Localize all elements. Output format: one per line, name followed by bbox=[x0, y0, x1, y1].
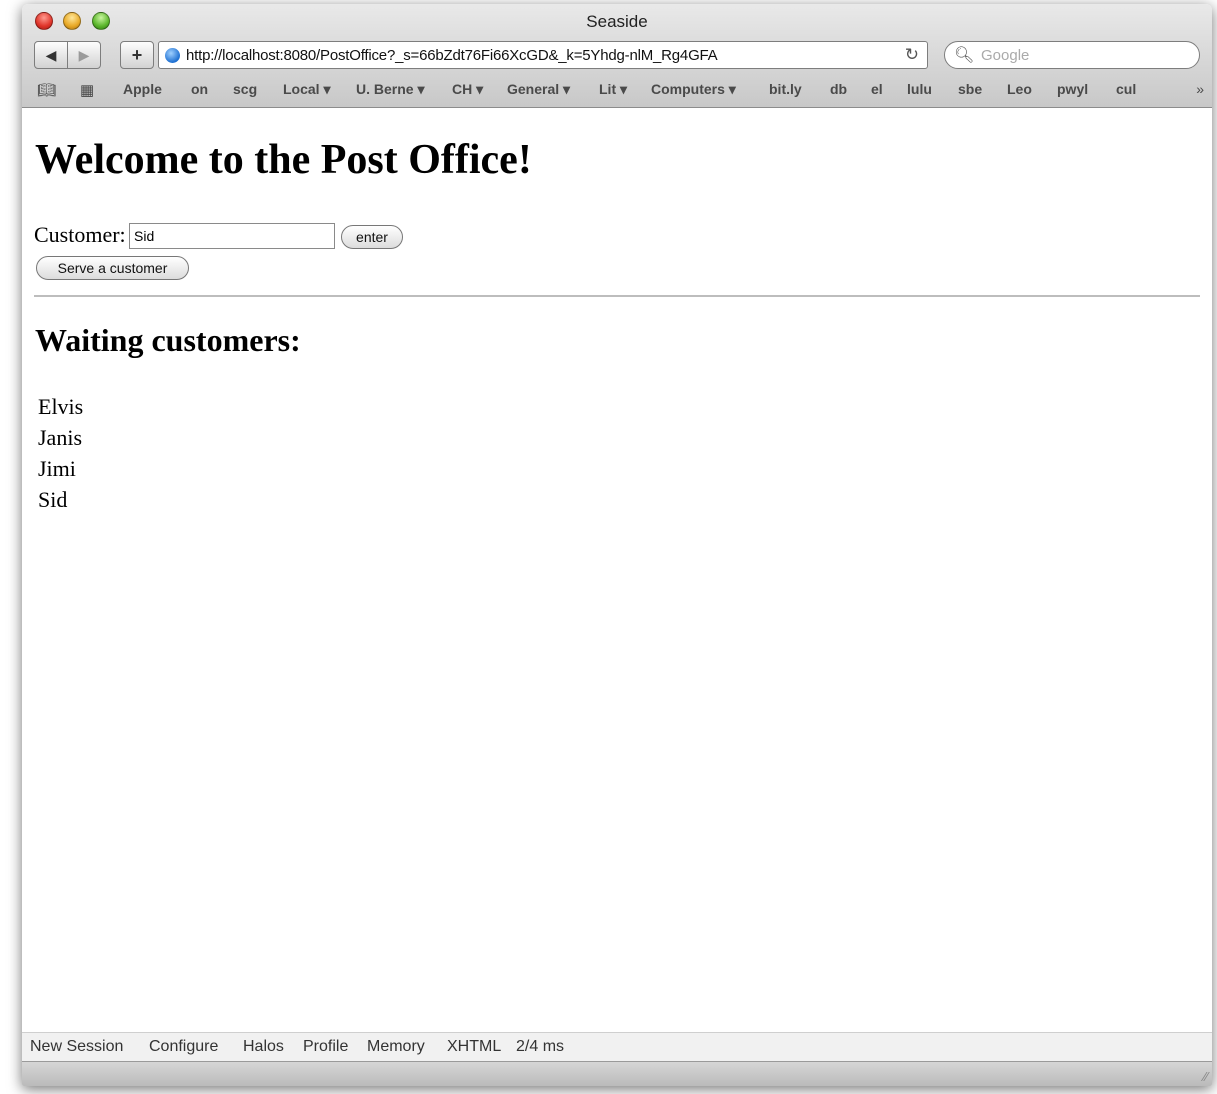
bookmark-scg[interactable]: scg bbox=[233, 81, 257, 97]
forward-button[interactable]: ▶ bbox=[67, 41, 101, 69]
bookmarks-overflow-icon[interactable]: » bbox=[1196, 81, 1204, 97]
halos-link[interactable]: Halos bbox=[243, 1038, 284, 1056]
serve-customer-button[interactable]: Serve a customer bbox=[36, 256, 189, 280]
profile-link[interactable]: Profile bbox=[303, 1038, 348, 1056]
bookmark-local[interactable]: Local ▾ bbox=[283, 81, 330, 98]
back-button[interactable]: ◀ bbox=[34, 41, 68, 69]
divider bbox=[34, 295, 1200, 297]
page-content: Welcome to the Post Office! Customer: en… bbox=[22, 108, 1212, 1032]
page-title: Welcome to the Post Office! bbox=[35, 137, 532, 183]
search-placeholder: Google bbox=[981, 47, 1030, 64]
customer-list: Elvis Janis Jimi Sid bbox=[38, 391, 83, 515]
waiting-customers-heading: Waiting customers: bbox=[35, 322, 301, 358]
browser-window: Seaside ◀ ▶ + http://localhost:8080/Post… bbox=[22, 4, 1212, 1086]
render-time: 2/4 ms bbox=[516, 1038, 565, 1055]
customer-item: Sid bbox=[38, 487, 68, 512]
window-title: Seaside bbox=[586, 12, 648, 31]
browser-chrome: Seaside ◀ ▶ + http://localhost:8080/Post… bbox=[22, 4, 1212, 108]
bookmark-leo[interactable]: Leo bbox=[1007, 81, 1032, 97]
bookmark-ch[interactable]: CH ▾ bbox=[452, 81, 483, 98]
configure-link[interactable]: Configure bbox=[149, 1038, 218, 1056]
bookmark-lulu[interactable]: lulu bbox=[907, 81, 932, 97]
bookmark-db[interactable]: db bbox=[830, 81, 847, 97]
status-bar: ⁄⁄ bbox=[22, 1061, 1212, 1086]
add-bookmark-button[interactable]: + bbox=[120, 41, 154, 69]
bookmark-apple[interactable]: Apple bbox=[123, 81, 162, 97]
customer-label: Customer: bbox=[34, 222, 126, 247]
bookmark-sbe[interactable]: sbe bbox=[958, 81, 982, 97]
new-session-link[interactable]: New Session bbox=[30, 1038, 123, 1056]
bookmark-computers[interactable]: Computers ▾ bbox=[651, 81, 736, 98]
globe-icon bbox=[165, 48, 180, 63]
customer-item: Jimi bbox=[38, 456, 76, 481]
book-icon[interactable]: 📖︎ bbox=[37, 81, 56, 99]
address-bar[interactable]: http://localhost:8080/PostOffice?_s=66bZ… bbox=[158, 41, 928, 69]
grid-icon[interactable]: ▦ bbox=[80, 81, 94, 99]
reload-icon[interactable]: ↻ bbox=[905, 45, 919, 65]
search-field[interactable]: 🔍︎ Google bbox=[944, 41, 1200, 69]
bookmark-pwyl[interactable]: pwyl bbox=[1057, 81, 1088, 97]
xhtml-link[interactable]: XHTML bbox=[447, 1038, 501, 1056]
search-icon: 🔍︎ bbox=[954, 47, 975, 64]
bookmarks-bar: 📖︎ ▦ Apple on scg Local ▾ U. Berne ▾ CH … bbox=[22, 77, 1212, 105]
url-text: http://localhost:8080/PostOffice?_s=66bZ… bbox=[186, 47, 718, 64]
bookmark-cul[interactable]: cul bbox=[1116, 81, 1136, 97]
customer-input[interactable] bbox=[129, 223, 335, 249]
resize-grip-icon[interactable]: ⁄⁄ bbox=[1204, 1069, 1208, 1084]
customer-item: Elvis bbox=[38, 394, 84, 419]
memory-link[interactable]: Memory bbox=[367, 1038, 425, 1056]
enter-button[interactable]: enter bbox=[341, 225, 403, 249]
bookmark-bitly[interactable]: bit.ly bbox=[769, 81, 802, 97]
forward-arrow-icon: ▶ bbox=[78, 47, 90, 63]
back-arrow-icon: ◀ bbox=[45, 47, 57, 63]
plus-icon: + bbox=[131, 45, 143, 65]
customer-item: Janis bbox=[38, 425, 82, 450]
bookmark-on[interactable]: on bbox=[191, 81, 208, 97]
bookmark-u-berne[interactable]: U. Berne ▾ bbox=[356, 81, 425, 98]
bookmark-general[interactable]: General ▾ bbox=[507, 81, 570, 98]
bookmark-el[interactable]: el bbox=[871, 81, 883, 97]
bookmark-lit[interactable]: Lit ▾ bbox=[599, 81, 627, 98]
seaside-toolbar: New Session Configure Halos Profile Memo… bbox=[22, 1032, 1212, 1061]
